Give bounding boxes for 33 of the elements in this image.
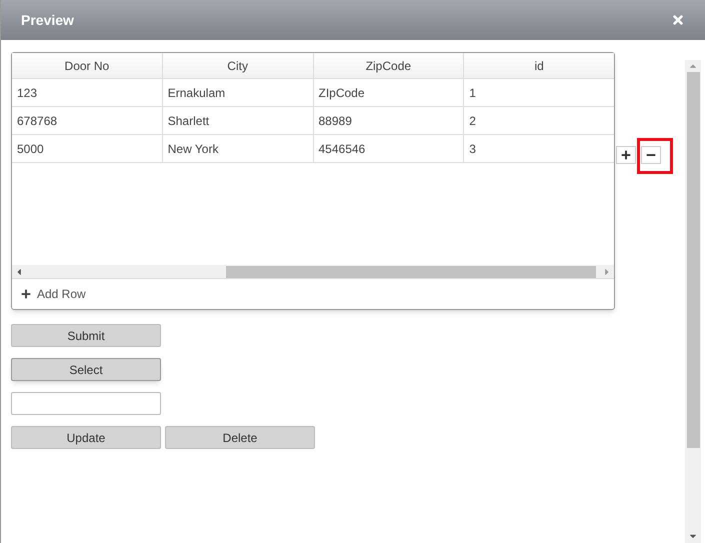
scrollbar-thumb[interactable] (686, 72, 700, 448)
close-button[interactable] (671, 13, 685, 27)
add-button[interactable] (616, 146, 636, 164)
table-cell: 5000 (12, 135, 163, 162)
table-cell: Sharlett (162, 107, 314, 134)
table-cell: New York (162, 135, 314, 162)
table-cell-text: 1 (468, 84, 477, 102)
form-button[interactable]: Submit (11, 324, 161, 347)
form-button[interactable]: Delete (165, 426, 315, 449)
window-title: Preview (21, 10, 74, 30)
table-cell: ZIpCode (314, 79, 464, 106)
add-row-button[interactable]: Add Row (12, 279, 614, 309)
column-header[interactable]: id (464, 53, 614, 78)
remove-button[interactable] (641, 146, 661, 164)
highlight-frame (637, 138, 673, 174)
table-cell: 678768 (12, 107, 163, 134)
vertical-scrollbar[interactable] (685, 60, 701, 543)
table-cell-text: 2 (468, 112, 477, 130)
plus-icon (21, 289, 31, 299)
table-cell: 4546546 (314, 135, 464, 162)
plus-icon (621, 150, 631, 160)
form-button[interactable]: Select (11, 358, 161, 381)
form-button[interactable]: Update (11, 426, 161, 449)
table-cell: 123 (12, 79, 163, 106)
scrollbar-thumb[interactable] (226, 266, 596, 278)
input-field[interactable] (11, 392, 161, 415)
horizontal-scrollbar[interactable] (12, 265, 614, 279)
column-header[interactable]: Door No (12, 53, 163, 78)
column-header[interactable]: City (162, 53, 314, 78)
table-cell: 88989 (314, 107, 464, 134)
table-cell: Ernakulam (162, 79, 314, 106)
column-header[interactable]: ZipCode (314, 53, 464, 78)
table-cell-text: 3 (468, 140, 477, 158)
